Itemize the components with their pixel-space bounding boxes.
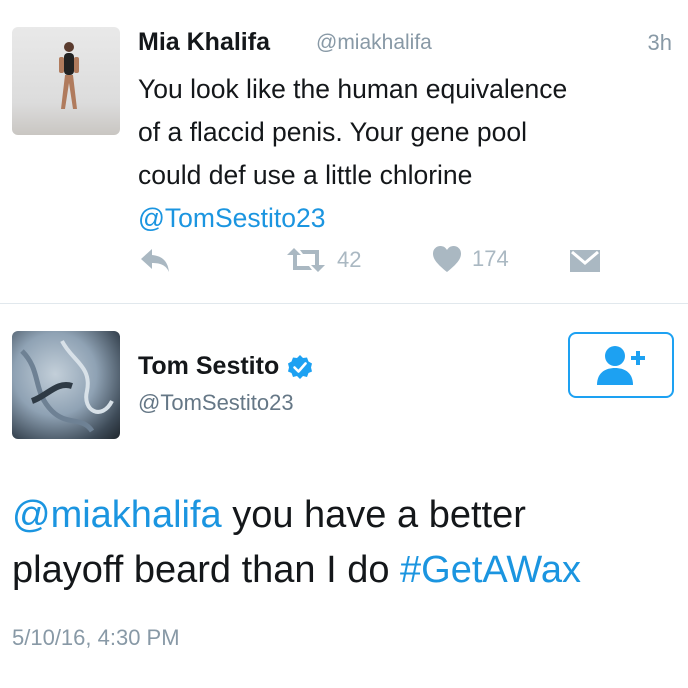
tweet-text-line: could def use a little chlorine (138, 160, 473, 190)
tweet-text-segment: you have a better (221, 494, 526, 536)
author-handle[interactable]: @miakhalifa (316, 31, 432, 55)
tweet-timestamp: 5/10/16, 4:30 PM (12, 625, 180, 650)
avatar-mia-khalifa[interactable] (12, 27, 120, 135)
tweet-text: You look like the human equivalence of a… (138, 68, 683, 240)
mention-link[interactable]: @TomSestito23 (138, 197, 683, 240)
divider (0, 303, 688, 304)
retweet-icon (287, 248, 325, 272)
dm-icon (570, 250, 600, 272)
like-button[interactable]: 174 (432, 245, 509, 273)
avatar-tom-sestito[interactable] (12, 331, 120, 439)
retweet-button[interactable]: 42 (283, 245, 361, 275)
author-name[interactable]: Mia Khalifa (138, 28, 270, 57)
like-count: 174 (472, 246, 509, 271)
tweet-text-line: of a flaccid penis. Your gene pool (138, 117, 527, 147)
dm-button[interactable] (568, 245, 602, 275)
retweet-count: 42 (337, 247, 362, 272)
heart-icon (433, 246, 461, 272)
tweet-actions: 42 174 (0, 245, 688, 281)
verified-badge-icon (288, 354, 313, 379)
tweet-time: 3h (647, 30, 672, 55)
tweet-text: @miakhalifa you have a better playoff be… (12, 488, 682, 598)
author-handle[interactable]: @TomSestito23 (138, 390, 294, 416)
mention-link[interactable]: @miakhalifa (12, 494, 222, 536)
reply-icon (141, 249, 169, 272)
tweet-mia-khalifa: Mia Khalifa @miakhalifa 3h You look like… (0, 0, 688, 303)
tweet-text-line: You look like the human equivalence (138, 74, 568, 104)
author-name[interactable]: Tom Sestito (138, 352, 313, 381)
hashtag-link[interactable]: #GetAWax (400, 549, 581, 591)
reply-button[interactable] (138, 245, 172, 275)
follow-user-icon (597, 346, 645, 385)
follow-button[interactable] (568, 332, 674, 398)
author-name-text[interactable]: Tom Sestito (138, 352, 279, 381)
tweet-text-segment: playoff beard than I do (12, 549, 401, 591)
